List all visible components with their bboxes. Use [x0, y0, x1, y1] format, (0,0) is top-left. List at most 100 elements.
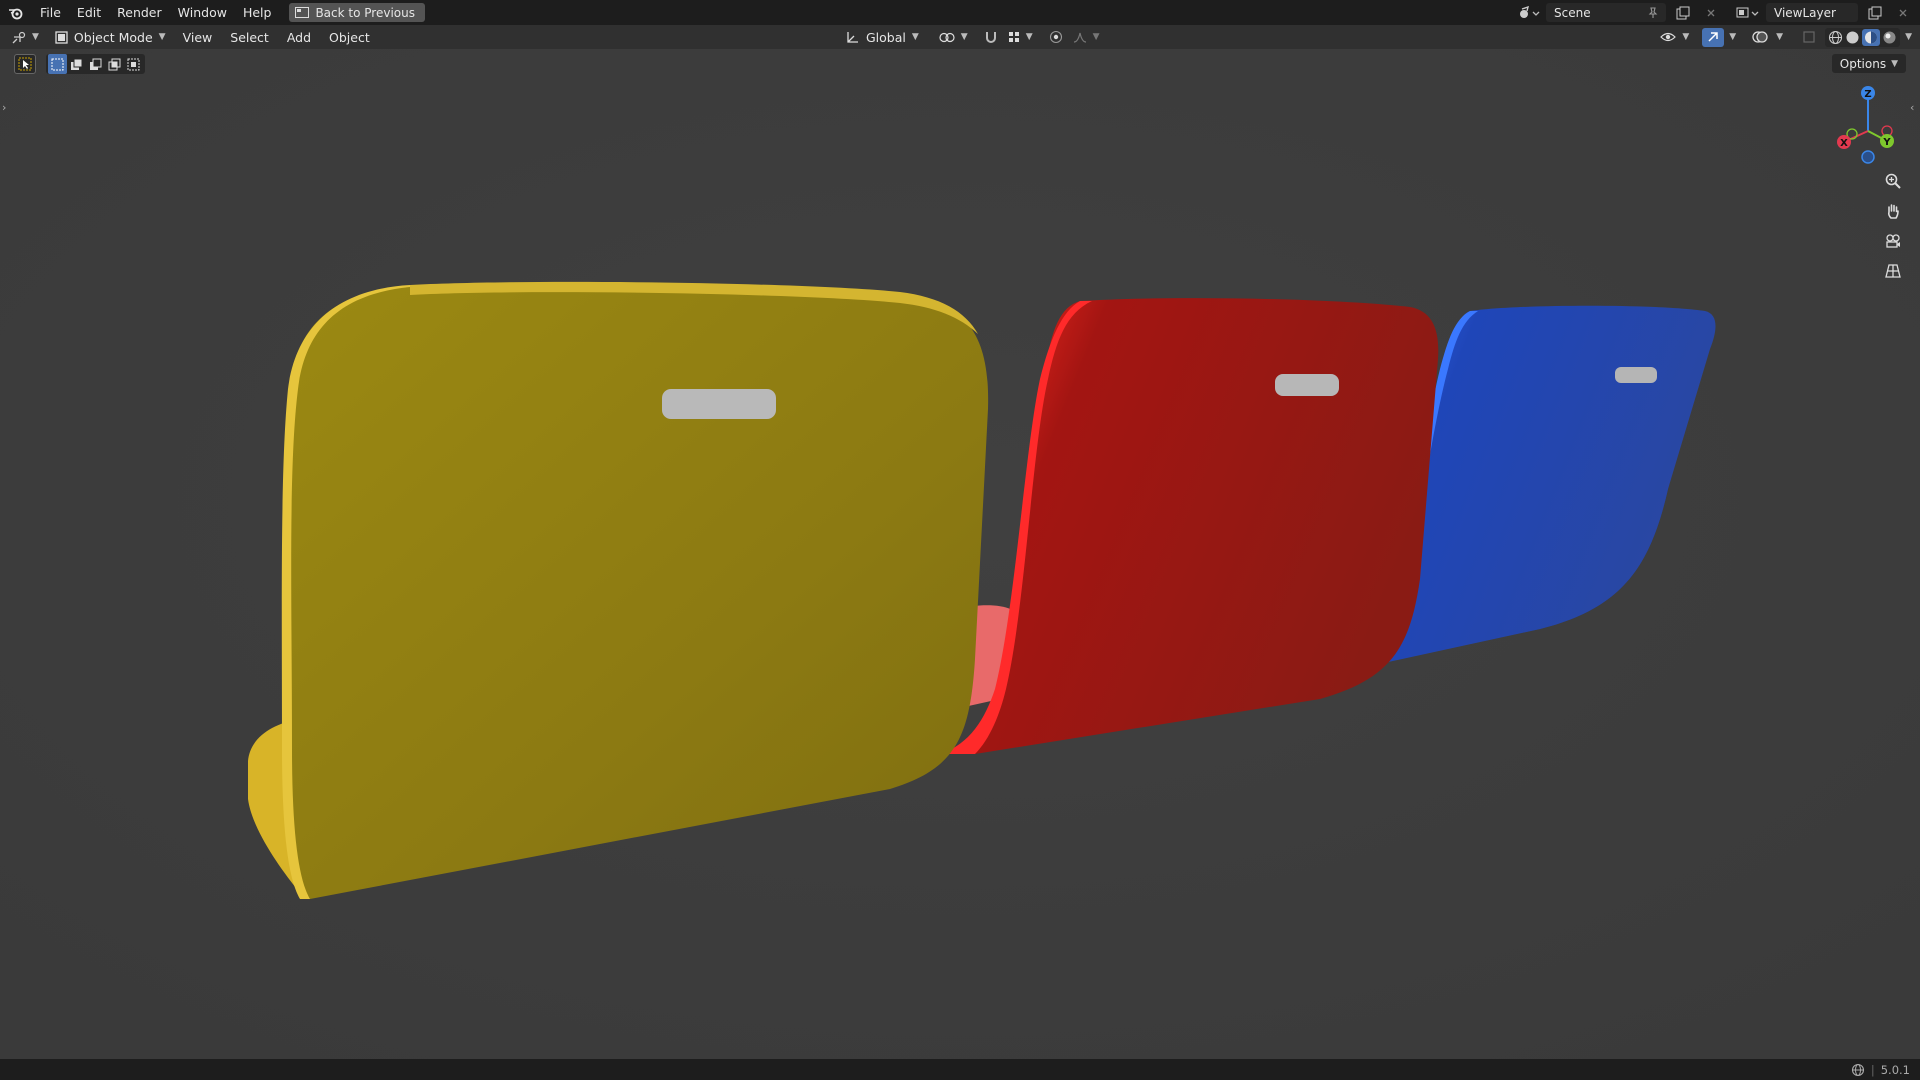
select-new-icon [51, 58, 64, 70]
pivot-point-dropdown[interactable]: ▼ [931, 28, 976, 47]
magnet-icon [985, 32, 996, 43]
chevron-down-icon: ▼ [158, 32, 166, 42]
shading-dropdown-chevron-icon[interactable]: ▼ [1905, 32, 1912, 42]
visibility-dropdown[interactable]: ▼ [1658, 28, 1691, 47]
wireframe-shading-icon[interactable] [1828, 30, 1843, 45]
top-right-controls: Scene ViewLayer [1518, 0, 1920, 25]
left-panel-toggle-icon[interactable]: › [2, 101, 6, 114]
overlays-dropdown-chevron-icon[interactable]: ▼ [1776, 32, 1783, 42]
copy-icon [1868, 6, 1882, 19]
gizmo-z-label: Z [1864, 89, 1871, 100]
select-extend-icon [71, 58, 83, 70]
gizmo-icon [1708, 32, 1718, 42]
menu-render[interactable]: Render [109, 0, 170, 25]
proportional-editing-toggle[interactable] [1045, 28, 1067, 47]
selection-mode-group [46, 54, 145, 74]
tool-settings-row [14, 54, 145, 74]
snap-toggle[interactable] [980, 28, 1002, 47]
menu-file[interactable]: File [32, 0, 69, 25]
blender-logo-icon[interactable] [0, 0, 32, 25]
mode-dropdown[interactable]: Object Mode ▼ [47, 28, 174, 47]
menu-edit[interactable]: Edit [69, 0, 109, 25]
viewport-header: ▼ Object Mode ▼ View Select Add Object G… [0, 25, 1920, 49]
network-icon[interactable] [1851, 1063, 1865, 1077]
chevron-down-icon: ▼ [1092, 32, 1100, 42]
yellow-seat-handle [662, 389, 776, 419]
menu-view[interactable]: View [174, 30, 222, 45]
select-subtract-icon [90, 58, 102, 70]
overlays-toggle[interactable] [1749, 28, 1771, 47]
close-icon [1899, 9, 1907, 16]
gizmo-dropdown-chevron-icon[interactable]: ▼ [1729, 32, 1736, 42]
select-invert-icon [108, 58, 121, 70]
grid-perspective-icon [1885, 264, 1901, 278]
pin-icon[interactable] [1648, 6, 1658, 19]
new-view-layer-button[interactable] [1864, 3, 1886, 22]
viewport-scene [0, 49, 1920, 1059]
snap-target-dropdown[interactable]: ▼ [1006, 28, 1035, 47]
overlays-icon [1752, 31, 1768, 43]
cursor-icon [18, 57, 32, 71]
select-extend-button[interactable] [67, 54, 86, 74]
select-subtract-button[interactable] [86, 54, 105, 74]
navigation-tools [1880, 169, 1906, 283]
scene-name-field[interactable]: Scene [1546, 3, 1666, 22]
delete-scene-button[interactable] [1700, 3, 1722, 22]
falloff-dropdown[interactable]: ▼ [1071, 28, 1102, 47]
select-invert-button[interactable] [105, 54, 124, 74]
view-layer-selector-button[interactable] [1736, 3, 1760, 22]
back-to-previous-label: Back to Previous [315, 5, 415, 20]
viewport-icon [12, 31, 26, 43]
select-intersect-button[interactable] [124, 54, 143, 74]
select-tool-button[interactable] [14, 54, 36, 74]
menu-help[interactable]: Help [235, 0, 280, 25]
xray-toggle[interactable] [1798, 28, 1820, 47]
menu-select[interactable]: Select [221, 30, 278, 45]
back-to-previous-button[interactable]: Back to Previous [289, 3, 425, 22]
zoom-button[interactable] [1880, 169, 1906, 193]
options-dropdown[interactable]: Options ▼ [1831, 54, 1906, 73]
rendered-shading-icon[interactable] [1882, 30, 1897, 45]
scene-selector-button[interactable] [1518, 3, 1540, 22]
screen-icon [295, 7, 310, 18]
gizmo-x-label: X [1840, 138, 1848, 149]
transform-tools: Global ▼ ▼ ▼ ▼ [838, 25, 1102, 49]
gizmo-toggle[interactable] [1702, 27, 1725, 47]
chevron-down-icon: ▼ [32, 32, 39, 42]
viewport-display-tools: ▼ ▼ ▼ ▼ [1658, 25, 1912, 49]
chevron-down-icon: ▼ [1682, 32, 1690, 42]
top-bar: File Edit Render Window Help Back to Pre… [0, 0, 1920, 25]
menu-object[interactable]: Object [320, 30, 379, 45]
eye-icon [1660, 32, 1677, 42]
editor-type-dropdown[interactable]: ▼ [0, 28, 47, 47]
3d-viewport[interactable]: › ‹ Z X Y [0, 49, 1920, 1059]
pan-button[interactable] [1880, 199, 1906, 223]
pivot-icon [939, 32, 955, 42]
scene-name: Scene [1554, 5, 1591, 20]
right-panel-toggle-icon[interactable]: ‹ [1910, 101, 1914, 114]
material-shading-icon[interactable] [1862, 28, 1881, 46]
navigation-gizmo[interactable]: Z X Y [1830, 85, 1900, 165]
select-new-button[interactable] [48, 54, 67, 74]
transform-orientation-dropdown[interactable]: Global ▼ [838, 28, 927, 47]
chevron-down-icon: ▼ [911, 32, 919, 42]
chevron-down-icon: ▼ [1891, 58, 1898, 69]
grid-snap-icon [1008, 32, 1019, 42]
zoom-icon [1885, 173, 1901, 189]
proportional-editing-icon [1049, 30, 1062, 44]
perspective-toggle-button[interactable] [1880, 259, 1906, 283]
blue-seat-handle [1615, 367, 1657, 383]
menu-window[interactable]: Window [170, 0, 235, 25]
object-mode-icon [55, 30, 68, 44]
menu-add[interactable]: Add [278, 30, 320, 45]
orientation-label: Global [866, 29, 906, 45]
gizmo-y-label: Y [1882, 137, 1891, 148]
view-layer-name-field[interactable]: ViewLayer [1766, 3, 1858, 22]
solid-shading-icon[interactable] [1845, 30, 1860, 45]
chevron-down-icon: ▼ [1025, 32, 1033, 42]
new-scene-button[interactable] [1672, 3, 1694, 22]
copy-icon [1676, 6, 1690, 19]
delete-view-layer-button[interactable] [1892, 3, 1914, 22]
gizmo-neg-z-axis[interactable] [1861, 150, 1875, 164]
camera-view-button[interactable] [1880, 229, 1906, 253]
